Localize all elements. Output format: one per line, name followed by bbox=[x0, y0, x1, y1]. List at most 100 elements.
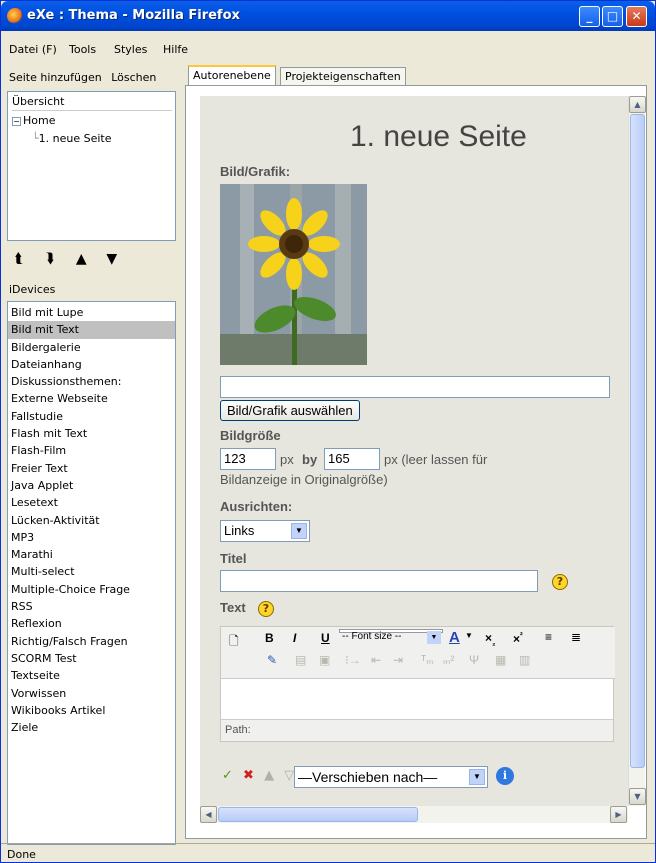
px-label-1: px bbox=[280, 452, 294, 467]
idevice-item[interactable]: Marathi bbox=[8, 546, 175, 563]
rte-path-label: Path: bbox=[225, 724, 251, 736]
idevice-item[interactable]: Java Applet bbox=[8, 477, 175, 494]
info-icon[interactable]: i bbox=[496, 767, 514, 785]
hscroll-thumb[interactable] bbox=[218, 807, 418, 822]
idevice-item[interactable]: MP3 bbox=[8, 529, 175, 546]
idevice-item[interactable]: Lücken-Aktivität bbox=[8, 512, 175, 529]
scroll-down-icon[interactable]: ▼ bbox=[629, 788, 646, 805]
height-field[interactable]: 165 bbox=[324, 448, 380, 470]
idevice-item[interactable]: Textseite bbox=[8, 667, 175, 684]
title-bar: eXe : Thema - Mozilla Firefox _ □ ✕ bbox=[1, 1, 655, 31]
width-field[interactable]: 123 bbox=[220, 448, 276, 470]
tree-node-page-label: 1. neue Seite bbox=[38, 132, 112, 145]
close-button[interactable]: ✕ bbox=[626, 6, 647, 27]
idevices-list: Bild mit Lupe Bild mit Text Bildergalerie D… bbox=[7, 301, 176, 845]
scroll-up-icon[interactable]: ▲ bbox=[629, 96, 646, 113]
idevice-item[interactable]: Bild mit Lupe bbox=[8, 304, 175, 321]
idevice-item[interactable]: Wikibooks Artikel bbox=[8, 702, 175, 719]
edit-icon[interactable]: ✎ bbox=[267, 653, 277, 667]
font-color-icon[interactable]: A bbox=[449, 629, 460, 646]
outline-header[interactable]: Übersicht bbox=[12, 95, 172, 111]
rte-path: Path: bbox=[221, 719, 613, 741]
italic-button[interactable]: I bbox=[293, 631, 296, 645]
dropdown-arrow-icon: ▼ bbox=[427, 631, 441, 644]
add-page-button[interactable]: Seite hinzufügen bbox=[9, 71, 102, 84]
idevice-item[interactable]: SCORM Test bbox=[8, 650, 175, 667]
indent-icon: ⇥ bbox=[393, 653, 404, 667]
title-field[interactable] bbox=[220, 570, 538, 592]
scroll-right-icon[interactable]: ▶ bbox=[610, 806, 627, 823]
tree-node-home[interactable]: − Home bbox=[12, 114, 55, 127]
horizontal-scrollbar[interactable]: ◀ ▶ bbox=[200, 806, 628, 823]
bold-button[interactable]: B bbox=[265, 631, 274, 645]
outline-tree: Übersicht − Home └1. neue Seite bbox=[7, 91, 176, 241]
move-to-select[interactable]: —Verschieben nach— ▼ bbox=[294, 766, 488, 788]
px-label-2: px (leer lassen für bbox=[384, 452, 488, 467]
image-path-field[interactable] bbox=[220, 376, 610, 398]
scroll-thumb[interactable] bbox=[630, 114, 645, 768]
move-up-icon[interactable]: ▲ bbox=[76, 251, 102, 267]
anchor-icon: ᵀₘ bbox=[421, 653, 434, 667]
move-down-icon[interactable]: ▽ bbox=[284, 768, 294, 783]
maximize-button[interactable]: □ bbox=[602, 6, 623, 27]
scroll-left-icon[interactable]: ◀ bbox=[200, 806, 217, 823]
idevice-item[interactable]: Vorwissen bbox=[8, 685, 175, 702]
idevice-item[interactable]: Ziele bbox=[8, 719, 175, 736]
idevice-item[interactable]: Freier Text bbox=[8, 460, 175, 477]
left-pane: Seite hinzufügen Löschen Übersicht − Home… bbox=[1, 65, 179, 845]
menu-datei[interactable]: Datei (F) bbox=[9, 43, 57, 56]
dropdown-arrow-icon[interactable]: ▼ bbox=[469, 769, 485, 785]
tab-author[interactable]: Autorenebene bbox=[188, 65, 276, 85]
idevice-item[interactable]: Fallstudie bbox=[8, 408, 175, 425]
font-size-value: -- Font size -- bbox=[342, 631, 402, 642]
help-icon[interactable]: ? bbox=[258, 601, 274, 617]
move-up-icon[interactable]: ▲ bbox=[264, 768, 274, 783]
idevice-item[interactable]: Flash-Film bbox=[8, 442, 175, 459]
chevron-down-icon[interactable]: ▼ bbox=[465, 631, 473, 640]
idevice-item[interactable]: Multiple-Choice Frage bbox=[8, 581, 175, 598]
idevice-item[interactable]: Lesetext bbox=[8, 494, 175, 511]
idevice-item[interactable]: Diskussionsthemen: bbox=[8, 373, 175, 390]
subscript-button[interactable]: ×₂ bbox=[485, 631, 496, 647]
status-bar: Done bbox=[1, 843, 655, 863]
check-icon[interactable]: ✓ bbox=[222, 768, 233, 783]
idevice-item[interactable]: Multi-select bbox=[8, 563, 175, 580]
delete-icon[interactable]: ✖ bbox=[243, 768, 254, 783]
delete-page-button[interactable]: Löschen bbox=[111, 71, 156, 84]
select-image-button[interactable]: Bild/Grafik auswählen bbox=[220, 400, 360, 421]
minimize-button[interactable]: _ bbox=[579, 6, 600, 27]
move-to-value: —Verschieben nach— bbox=[298, 769, 438, 785]
idevice-item[interactable]: Bild mit Text bbox=[8, 321, 175, 339]
font-size-select[interactable]: -- Font size -- ▼ bbox=[339, 629, 443, 644]
vertical-scrollbar[interactable]: ▲ ▼ bbox=[628, 96, 646, 806]
rte-body[interactable] bbox=[221, 680, 613, 718]
idevice-item[interactable]: RSS bbox=[8, 598, 175, 615]
dropdown-arrow-icon[interactable]: ▼ bbox=[291, 523, 307, 539]
rich-text-editor: 🗋 B I U -- Font size -- ▼ A ▼ ×₂ ×² ≡ ≣ ✎… bbox=[220, 626, 615, 742]
superscript-button[interactable]: ×² bbox=[513, 631, 523, 646]
menu-styles[interactable]: Styles bbox=[114, 43, 147, 56]
idevice-item[interactable]: Dateianhang bbox=[8, 356, 175, 373]
help-icon[interactable]: ? bbox=[552, 574, 568, 590]
action-bar: ✓ ✖ ▲ ▽ bbox=[222, 768, 294, 783]
demote-icon[interactable]: ⮯ bbox=[45, 251, 71, 267]
menu-bar: Datei (F) Tools Styles Hilfe bbox=[1, 39, 655, 59]
align-select[interactable]: Links ▼ bbox=[220, 520, 310, 542]
collapse-icon[interactable]: − bbox=[12, 117, 21, 126]
menu-tools[interactable]: Tools bbox=[69, 43, 96, 56]
size-hint: Bildanzeige in Originalgröße) bbox=[220, 472, 388, 487]
underline-button[interactable]: U bbox=[321, 631, 330, 645]
idevice-item[interactable]: Richtig/Falsch Fragen bbox=[8, 633, 175, 650]
idevice-item[interactable]: Flash mit Text bbox=[8, 425, 175, 442]
align-left-icon[interactable]: ≡ bbox=[545, 630, 552, 644]
move-down-icon[interactable]: ▼ bbox=[106, 251, 132, 267]
tab-project[interactable]: Projekteigenschaften bbox=[280, 67, 406, 87]
menu-hilfe[interactable]: Hilfe bbox=[163, 43, 188, 56]
idevice-item[interactable]: Reflexion bbox=[8, 615, 175, 632]
idevice-item[interactable]: Bildergalerie bbox=[8, 339, 175, 356]
align-center-icon[interactable]: ≣ bbox=[571, 630, 581, 644]
tree-node-page[interactable]: └1. neue Seite bbox=[32, 132, 111, 145]
idevice-item[interactable]: Externe Webseite bbox=[8, 390, 175, 407]
promote-icon[interactable]: ⮬ bbox=[15, 251, 41, 267]
new-doc-icon[interactable]: 🗋 bbox=[229, 632, 239, 653]
